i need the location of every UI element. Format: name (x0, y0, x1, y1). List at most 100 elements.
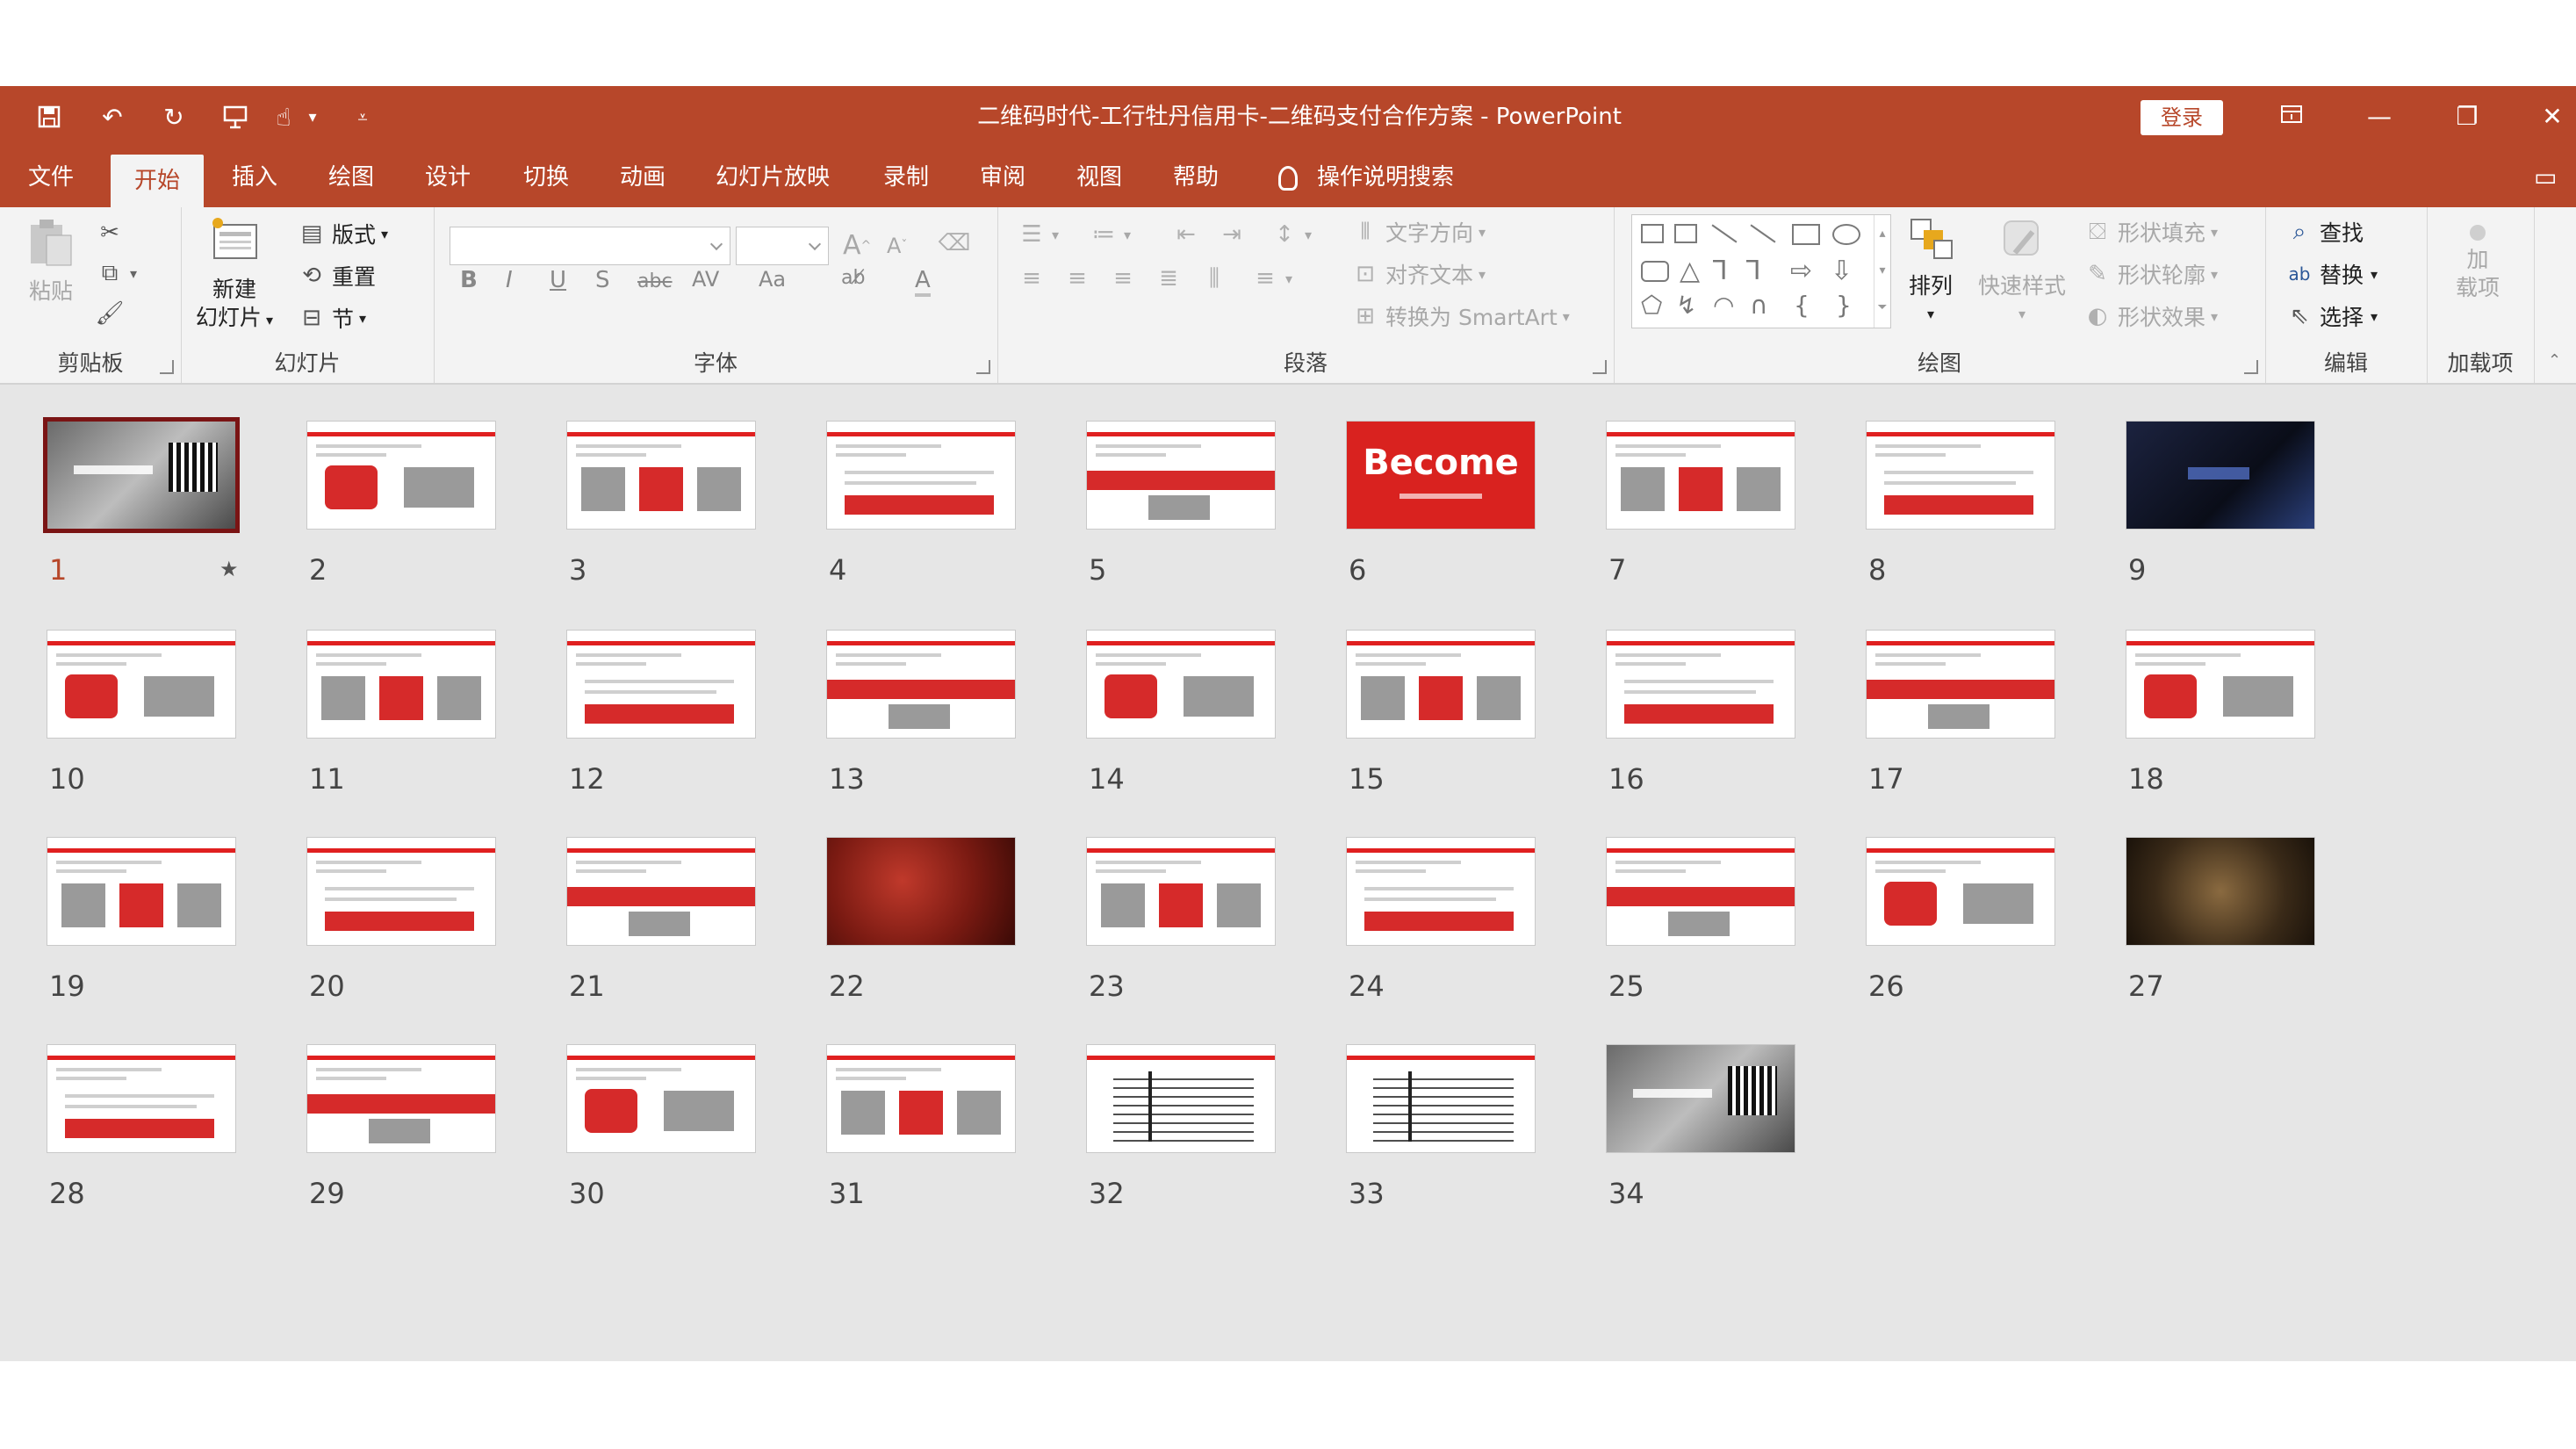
ribbon-display-icon[interactable] (2265, 95, 2318, 139)
tab-transitions[interactable]: 切换 (511, 148, 581, 207)
present-icon[interactable] (218, 98, 253, 135)
bullets-button[interactable]: ☰ ▾ (1018, 221, 1059, 248)
undo-icon[interactable]: ↶ (95, 98, 130, 135)
slide-thumbnail[interactable] (1087, 838, 1275, 945)
slide-thumbnail[interactable] (47, 631, 235, 738)
slide-thumbnail[interactable] (1607, 631, 1795, 738)
paste-button[interactable]: 粘贴 (16, 216, 86, 306)
find-button[interactable]: ⌕ 查找 (2286, 216, 2364, 248)
tab-review[interactable]: 审阅 (968, 148, 1038, 207)
slide-thumbnail[interactable] (1347, 631, 1535, 738)
tell-me-search[interactable]: 操作说明搜索 (1278, 148, 1454, 207)
font-launcher-icon[interactable] (976, 360, 990, 374)
scribble-shape-icon[interactable]: ↯ (1676, 291, 1696, 320)
slide-thumbnail[interactable] (827, 631, 1015, 738)
grow-font-button[interactable]: A ^ (843, 230, 871, 261)
slide-thumbnail[interactable] (827, 838, 1015, 945)
columns-button[interactable]: ⫼ (1201, 265, 1234, 292)
shapes-gallery[interactable]: △ ⅂ ⅂ ⇨ ⇩ ⬠ ↯ ◠ ∩ { } ▴ ▾ ⏷ (1631, 214, 1891, 328)
customize-icon[interactable]: ⩡ (349, 98, 376, 135)
tab-home[interactable]: 开始 (111, 155, 204, 207)
slide-thumbnail[interactable] (827, 422, 1015, 529)
change-case-button[interactable]: Aa (759, 267, 786, 292)
slide-thumbnail[interactable] (1087, 422, 1275, 529)
convert-smartart-button[interactable]: ⊞ 转换为 SmartArt ▾ (1352, 300, 1570, 332)
animation-star-icon[interactable]: ★ (219, 557, 239, 581)
line-spacing-button[interactable]: ↕ ▾ (1271, 221, 1312, 248)
comments-icon[interactable]: ▭ (2534, 148, 2557, 207)
shape-effects-button[interactable]: ◐ 形状效果 ▾ (2084, 300, 2218, 332)
right-brace-shape-icon[interactable]: } (1836, 291, 1852, 320)
tab-design[interactable]: 设计 (413, 148, 483, 207)
slide-thumbnail[interactable] (1867, 631, 2054, 738)
rectangle-shape-icon[interactable] (1792, 224, 1820, 245)
slide-thumbnail[interactable] (567, 631, 755, 738)
touch-dropdown-icon[interactable]: ▾ (302, 98, 323, 135)
tab-help[interactable]: 帮助 (1161, 148, 1231, 207)
char-spacing-button[interactable]: AV (692, 267, 719, 292)
cut-button[interactable]: ✂ (97, 220, 130, 246)
arrange-button[interactable]: 排列 ▾ (1900, 214, 1961, 328)
tab-slideshow[interactable]: 幻灯片放映 (708, 148, 838, 207)
slide-thumbnail[interactable] (1607, 838, 1795, 945)
vertical-textbox-shape-icon[interactable] (1674, 224, 1697, 243)
paragraph-launcher-icon[interactable] (1593, 360, 1607, 374)
shape-fill-button[interactable]: ⛋ 形状填充 ▾ (2084, 216, 2218, 248)
tab-draw[interactable]: 绘图 (316, 148, 386, 207)
section-button[interactable]: ⊟ 节 ▾ (299, 302, 366, 334)
slide-thumbnail[interactable] (567, 422, 755, 529)
bold-button[interactable]: B (460, 267, 478, 293)
slide-thumbnail[interactable] (307, 838, 495, 945)
arrow-shape-icon[interactable] (1750, 224, 1776, 243)
tab-record[interactable]: 录制 (871, 148, 941, 207)
slide-thumbnail[interactable] (307, 422, 495, 529)
font-name-combo[interactable] (450, 227, 730, 265)
oval-shape-icon[interactable] (1832, 224, 1860, 245)
touch-mode-icon[interactable]: ☝ (269, 98, 299, 135)
gallery-scroll[interactable]: ▴ ▾ ⏷ (1874, 215, 1890, 328)
align-left-button[interactable]: ≡ (1018, 265, 1052, 292)
slide-thumbnail[interactable] (307, 631, 495, 738)
addins-button[interactable]: 加 载项 (2443, 225, 2513, 302)
minimize-button[interactable]: — (2353, 95, 2406, 139)
shadow-button[interactable]: S (595, 267, 610, 293)
align-right-button[interactable]: ≡ (1110, 265, 1143, 292)
font-size-combo[interactable] (736, 227, 829, 265)
slide-thumbnail[interactable] (1087, 1045, 1275, 1152)
select-button[interactable]: ⇖ 选择 ▾ (2286, 300, 2378, 332)
new-slide-button[interactable]: 新建 幻灯片 ▾ (195, 214, 274, 335)
slide-thumbnail[interactable] (567, 838, 755, 945)
align-center-button[interactable]: ≡ (1064, 265, 1097, 292)
slide-thumbnail[interactable] (2126, 631, 2314, 738)
strikethrough-button[interactable]: abc (637, 270, 673, 292)
slide-thumbnail[interactable] (2126, 838, 2314, 945)
save-icon[interactable] (32, 98, 67, 135)
font-color-button[interactable]: A (915, 267, 931, 297)
decrease-indent-button[interactable]: ⇤ (1173, 221, 1206, 248)
elbow-arrow-shape-icon[interactable]: ⅂ (1746, 256, 1761, 286)
down-arrow-shape-icon[interactable]: ⇩ (1831, 256, 1853, 286)
replace-button[interactable]: ab 替换 ▾ (2286, 258, 2378, 290)
format-painter-button[interactable]: 🖌 (96, 300, 130, 327)
textbox-shape-icon[interactable] (1641, 224, 1664, 243)
close-button[interactable]: ✕ (2529, 95, 2576, 139)
rounded-rect-shape-icon[interactable] (1641, 261, 1669, 282)
curve-shape-icon[interactable]: ∩ (1750, 291, 1768, 320)
tab-animations[interactable]: 动画 (608, 148, 678, 207)
restore-button[interactable]: ❐ (2441, 95, 2493, 139)
triangle-shape-icon[interactable]: △ (1680, 256, 1700, 286)
slide-thumbnail[interactable] (1607, 422, 1795, 529)
text-direction-button[interactable]: ⫴ 文字方向 ▾ (1352, 216, 1486, 248)
redo-icon[interactable]: ↻ (156, 98, 191, 135)
slide-thumbnail[interactable] (47, 838, 235, 945)
slide-thumbnail[interactable] (827, 1045, 1015, 1152)
distribute-button[interactable]: ≡ ▾ (1252, 265, 1292, 292)
slide-thumbnail[interactable] (2126, 422, 2314, 529)
quick-styles-button[interactable]: 快速样式 ▾ (1974, 214, 2070, 328)
underline-button[interactable]: U (550, 267, 566, 293)
italic-button[interactable]: I (506, 267, 513, 293)
shrink-font-button[interactable]: Aˇ (887, 234, 907, 258)
justify-button[interactable]: ≣ (1155, 265, 1189, 292)
reset-button[interactable]: ⟲ 重置 (299, 260, 376, 292)
collapse-ribbon-icon[interactable]: ⌃ (2548, 351, 2561, 370)
